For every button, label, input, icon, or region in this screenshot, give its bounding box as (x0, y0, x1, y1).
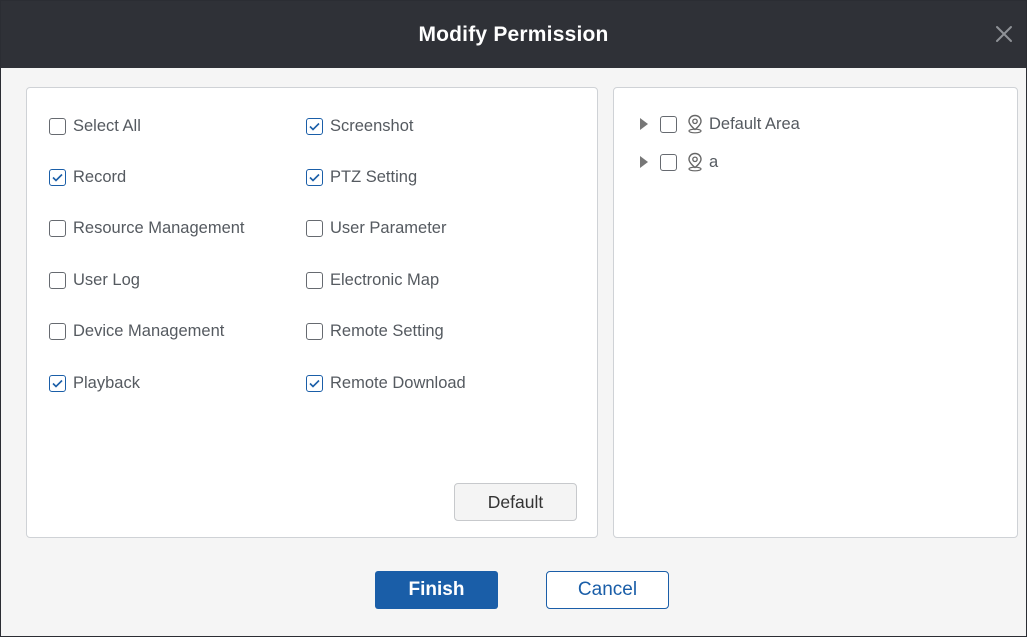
checkbox-label: Record (73, 167, 127, 186)
checkbox-playback[interactable]: Playback (49, 371, 140, 395)
checkbox-box[interactable] (306, 168, 323, 186)
checkmark-icon (309, 379, 320, 388)
checkbox-box[interactable] (306, 271, 323, 289)
area-tree-panel: Default Area a (613, 87, 1018, 538)
default-button[interactable]: Default (454, 483, 577, 521)
location-pin-icon (686, 114, 704, 134)
checkbox-ptz-setting[interactable]: PTZ Setting (306, 165, 417, 189)
cancel-button[interactable]: Cancel (546, 571, 669, 609)
modify-permission-dialog: Modify Permission Select All Record Reso… (0, 0, 1027, 637)
checkbox-box[interactable] (49, 271, 66, 289)
checkbox-box[interactable] (49, 374, 66, 392)
checkbox-label: Electronic Map (330, 270, 440, 289)
checkbox-box[interactable] (306, 117, 323, 135)
checkbox-box[interactable] (306, 322, 323, 340)
tree-node-default-area[interactable]: Default Area (640, 112, 800, 136)
tree-node-label: Default Area (709, 114, 800, 133)
checkbox-user-parameter[interactable]: User Parameter (306, 216, 446, 240)
permissions-panel: Select All Record Resource Management Us… (26, 87, 598, 538)
checkbox-box[interactable] (49, 322, 66, 340)
checkbox-label: User Log (73, 270, 140, 289)
checkbox-record[interactable]: Record (49, 165, 126, 189)
checkmark-icon (309, 173, 320, 182)
checkmark-icon (52, 379, 63, 388)
dialog-titlebar: Modify Permission (1, 1, 1026, 68)
checkbox-box[interactable] (660, 115, 677, 133)
checkmark-icon (309, 122, 320, 131)
tree-node-a[interactable]: a (640, 150, 718, 174)
checkbox-box[interactable] (306, 219, 323, 237)
checkbox-remote-download[interactable]: Remote Download (306, 371, 466, 395)
checkbox-box[interactable] (306, 374, 323, 392)
checkbox-label: Playback (73, 373, 140, 392)
checkbox-select-all[interactable]: Select All (49, 114, 141, 138)
checkbox-box[interactable] (49, 219, 66, 237)
finish-button[interactable]: Finish (375, 571, 498, 609)
checkmark-icon (52, 173, 63, 182)
checkbox-label: PTZ Setting (330, 167, 418, 186)
expand-arrow-icon[interactable] (640, 117, 652, 131)
checkbox-label: Resource Management (73, 218, 245, 237)
checkbox-box[interactable] (49, 168, 66, 186)
checkbox-box[interactable] (660, 153, 677, 171)
tree-node-label: a (709, 152, 719, 171)
checkbox-box[interactable] (49, 117, 66, 135)
expand-arrow-icon[interactable] (640, 155, 652, 169)
checkbox-electronic-map[interactable]: Electronic Map (306, 268, 439, 292)
checkbox-label: Select All (73, 116, 141, 135)
checkbox-user-log[interactable]: User Log (49, 268, 140, 292)
checkbox-label: Remote Download (330, 373, 466, 392)
checkbox-remote-setting[interactable]: Remote Setting (306, 319, 444, 343)
dialog-title: Modify Permission (418, 23, 609, 46)
checkbox-label: User Parameter (330, 218, 447, 237)
checkbox-label: Remote Setting (330, 321, 444, 340)
location-pin-icon (686, 152, 704, 172)
checkbox-label: Screenshot (330, 116, 414, 135)
checkbox-device-management[interactable]: Device Management (49, 319, 224, 343)
checkbox-screenshot[interactable]: Screenshot (306, 114, 413, 138)
close-icon[interactable] (992, 22, 1016, 46)
checkbox-label: Device Management (73, 321, 225, 340)
checkbox-resource-management[interactable]: Resource Management (49, 216, 245, 240)
